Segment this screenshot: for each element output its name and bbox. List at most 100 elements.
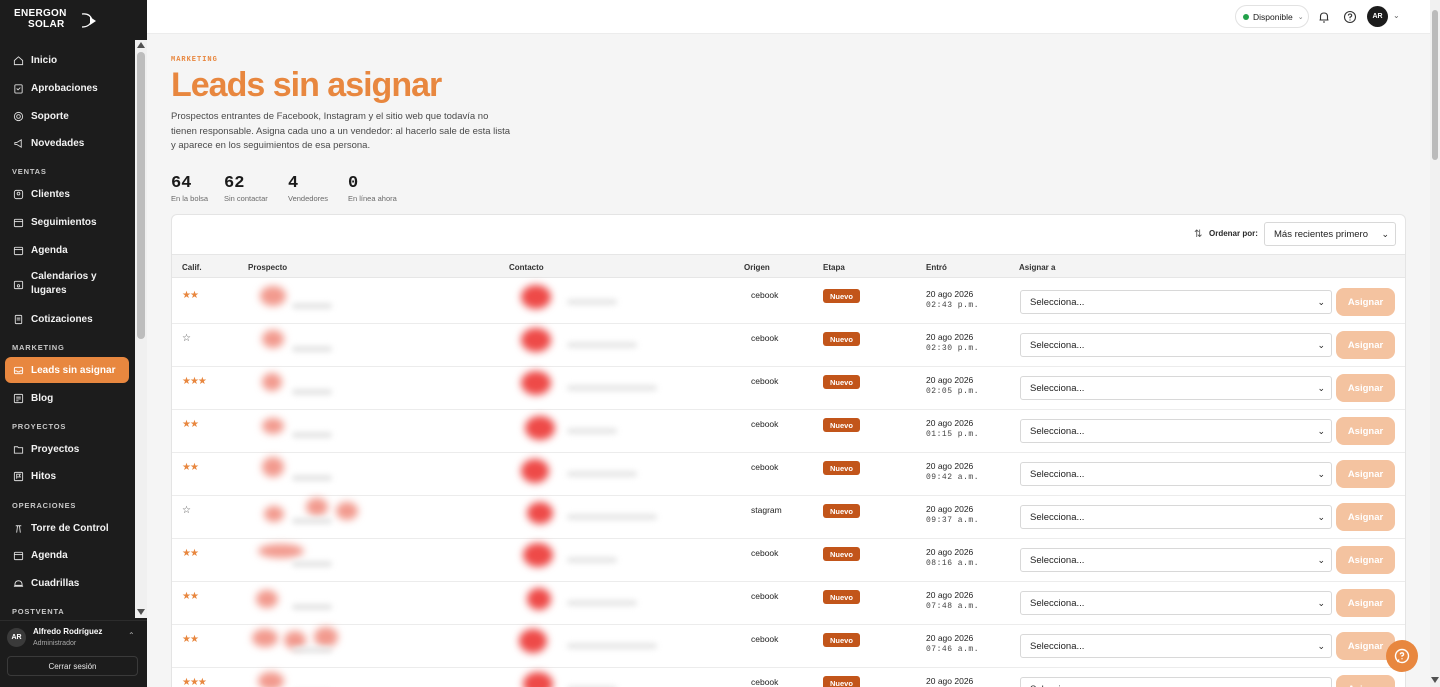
rating-stars-icon: ★★ xyxy=(182,634,199,645)
bell-icon[interactable] xyxy=(1317,10,1331,24)
assign-select-value: Selecciona... xyxy=(1030,382,1085,394)
page-scrollbar-thumb[interactable] xyxy=(1432,10,1438,160)
nav-clientes[interactable]: Clientes xyxy=(5,181,129,207)
assign-select[interactable]: Selecciona...⌄ xyxy=(1020,548,1332,572)
nav-cotizaciones[interactable]: Cotizaciones xyxy=(5,306,129,332)
table-row[interactable]: ★★ cebook Nuevo 20 ago 2026 07:46 a.m. Selecc… xyxy=(172,625,1405,668)
assign-select[interactable]: Selecciona...⌄ xyxy=(1020,419,1332,443)
table-row[interactable]: ☆ stagram Nuevo 20 ago 2026 09:37 a.m. Selecc… xyxy=(172,496,1405,539)
scroll-down-arrow-icon[interactable] xyxy=(137,609,145,615)
contact-info-blurred xyxy=(567,471,637,477)
prospect-name-blurred xyxy=(292,647,332,653)
assign-select[interactable]: Selecciona...⌄ xyxy=(1020,333,1332,357)
stage-badge: Nuevo xyxy=(823,590,860,604)
assign-button[interactable]: Asignar xyxy=(1336,460,1395,488)
nav-torre-de-control[interactable]: Torre de Control xyxy=(5,515,129,541)
topbar-avatar[interactable]: AR xyxy=(1367,6,1388,27)
topbar: Disponible ⌄ AR ⌄ xyxy=(147,0,1430,34)
sort-select[interactable]: Más recientes primero ⌄ xyxy=(1264,222,1396,246)
assign-button[interactable]: Asignar xyxy=(1336,503,1395,531)
nav-cuadrillas[interactable]: Cuadrillas xyxy=(5,570,129,596)
nav-inicio[interactable]: Inicio xyxy=(5,47,129,73)
th-etapa[interactable]: Etapa xyxy=(823,263,845,272)
stage-badge: Nuevo xyxy=(823,418,860,432)
nav-aprobaciones[interactable]: Aprobaciones xyxy=(5,75,129,101)
table-row[interactable]: ★★ cebook Nuevo 20 ago 2026 07:48 a.m. Selecc… xyxy=(172,582,1405,625)
origin-label: cebook xyxy=(751,548,779,558)
assign-select[interactable]: Selecciona...⌄ xyxy=(1020,591,1332,615)
table-row[interactable]: ☆ cebook Nuevo 20 ago 2026 02:30 p.m. Selecci… xyxy=(172,324,1405,367)
user-avatar[interactable]: AR xyxy=(7,628,26,647)
rating-stars-icon: ★★ xyxy=(182,462,199,473)
entry-date: 20 ago 2026 xyxy=(926,676,973,687)
home-icon xyxy=(13,55,24,66)
chevron-up-icon[interactable]: ⌃ xyxy=(128,631,135,640)
assign-button[interactable]: Asignar xyxy=(1336,546,1395,574)
sidebar-scrollbar-thumb[interactable] xyxy=(137,52,145,339)
table-row[interactable]: ★★ cebook Nuevo 20 ago 2026 01:15 p.m. Selecc… xyxy=(172,410,1405,453)
table-row[interactable]: ★★★ cebook Nuevo 20 ago 2026 02:05 p.m. Selec… xyxy=(172,367,1405,410)
rating-stars-icon: ☆ xyxy=(182,333,191,344)
prospect-name-blurred xyxy=(292,518,332,524)
table-row[interactable]: ★★ cebook Nuevo 20 ago 2026 02:43 p.m. Selecc… xyxy=(172,281,1405,324)
status-dropdown[interactable]: Disponible ⌄ xyxy=(1235,5,1309,28)
nav-label: Leads sin asignar xyxy=(31,364,116,376)
nav-soporte[interactable]: Soporte xyxy=(5,103,129,129)
entry-date-time: 07:46 a.m. xyxy=(926,645,980,654)
assign-button[interactable]: Asignar xyxy=(1336,589,1395,617)
assign-select[interactable]: Selecciona...⌄ xyxy=(1020,462,1332,486)
assign-button[interactable]: Asignar xyxy=(1336,374,1395,402)
nav-agenda-operaciones[interactable]: Agenda xyxy=(5,542,129,568)
origin-label: cebook xyxy=(751,290,779,300)
assign-button[interactable]: Asignar xyxy=(1336,331,1395,359)
assign-button[interactable]: Asignar xyxy=(1336,417,1395,445)
nav-leads-sin-asignar[interactable]: Leads sin asignar xyxy=(5,357,129,383)
rating-stars-icon: ★★ xyxy=(182,591,199,602)
table-row[interactable]: ★★ cebook Nuevo 20 ago 2026 08:16 a.m. Selecc… xyxy=(172,539,1405,582)
entry-date: 20 ago 2026 07:48 a.m. xyxy=(926,590,979,612)
assign-button[interactable]: Asignar xyxy=(1336,675,1395,687)
table-row[interactable]: ★★★ cebook Nuevo 20 ago 2026 Selecciona...⌄ A… xyxy=(172,668,1405,687)
th-asignar-a[interactable]: Asignar a xyxy=(1019,263,1055,272)
nav-hitos[interactable]: Hitos xyxy=(5,463,129,489)
nav-agenda-ventas[interactable]: Agenda xyxy=(5,237,129,263)
scroll-down-arrow-icon[interactable] xyxy=(1431,677,1439,683)
nav-calendarios-lugares[interactable]: Calendarios y lugares xyxy=(5,267,129,301)
assign-select[interactable]: Selecciona...⌄ xyxy=(1020,634,1332,658)
stage-badge: Nuevo xyxy=(823,676,860,687)
table-row[interactable]: ★★ cebook Nuevo 20 ago 2026 09:42 a.m. Selecc… xyxy=(172,453,1405,496)
nav-proyectos[interactable]: Proyectos xyxy=(5,436,129,462)
chevron-down-icon[interactable]: ⌄ xyxy=(1393,11,1400,20)
help-icon[interactable] xyxy=(1343,10,1357,24)
logout-button[interactable]: Cerrar sesión xyxy=(7,656,138,676)
assign-select[interactable]: Selecciona...⌄ xyxy=(1020,376,1332,400)
flag-icon xyxy=(13,471,24,482)
nav-novedades[interactable]: Novedades xyxy=(5,130,129,156)
nav-label: Agenda xyxy=(31,244,68,256)
assign-select[interactable]: Selecciona...⌄ xyxy=(1020,677,1332,687)
assign-select-value: Selecciona... xyxy=(1030,425,1085,437)
nav-seguimientos[interactable]: Seguimientos xyxy=(5,209,129,235)
assign-select-value: Selecciona... xyxy=(1030,597,1085,609)
th-contacto[interactable]: Contacto xyxy=(509,263,544,272)
nav-blog[interactable]: Blog xyxy=(5,385,129,411)
prospect-avatar-blurred xyxy=(258,544,304,558)
status-label: Disponible xyxy=(1253,11,1293,22)
th-origen[interactable]: Origen xyxy=(744,263,770,272)
scroll-up-arrow-icon[interactable] xyxy=(137,42,145,48)
th-calif[interactable]: Calif. xyxy=(182,263,202,272)
entry-date-time: 02:05 p.m. xyxy=(926,387,980,396)
th-prospecto[interactable]: Prospecto xyxy=(248,263,287,272)
contact-info-blurred xyxy=(567,514,657,520)
chat-fab-button[interactable] xyxy=(1386,640,1418,672)
brand-logo[interactable]: ENERGON SOLAR xyxy=(14,9,104,31)
contact-avatar-blurred xyxy=(525,416,555,440)
calendar-check-icon xyxy=(13,217,24,228)
assign-select[interactable]: Selecciona...⌄ xyxy=(1020,290,1332,314)
prospect-name-blurred xyxy=(292,604,332,610)
entry-date-time: 08:16 a.m. xyxy=(926,559,980,568)
th-entro[interactable]: Entró xyxy=(926,263,947,272)
nav-label: Inicio xyxy=(31,54,58,66)
assign-button[interactable]: Asignar xyxy=(1336,288,1395,316)
assign-select[interactable]: Selecciona...⌄ xyxy=(1020,505,1332,529)
